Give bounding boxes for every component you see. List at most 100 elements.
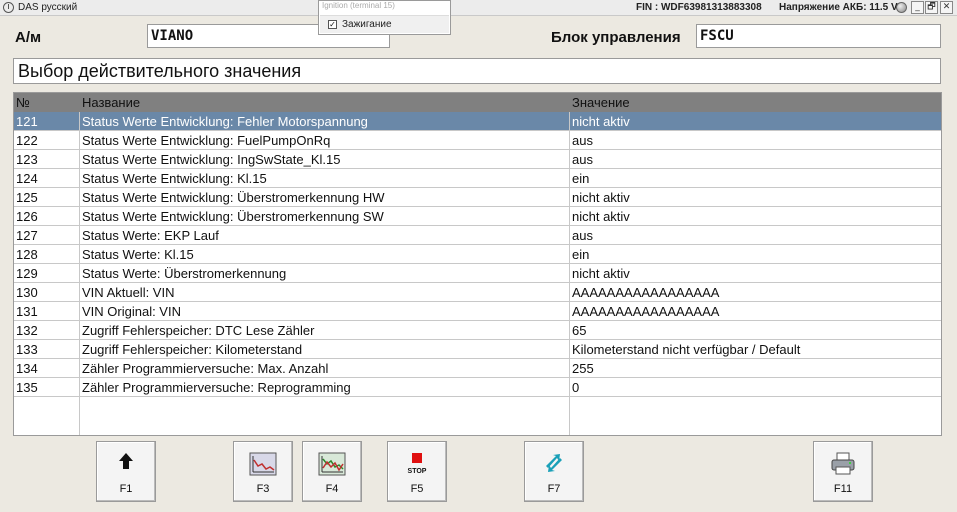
swap-arrows-icon (546, 454, 562, 472)
minimize-button[interactable]: _ (911, 1, 924, 14)
graph-icon (249, 452, 277, 476)
row-value: 0 (572, 380, 580, 395)
row-value: nicht aktiv (572, 266, 630, 281)
ignition-checkbox[interactable]: ✓ (328, 20, 337, 29)
row-value: nicht aktiv (572, 114, 630, 129)
row-value: AAAAAAAAAAAAAAAAA (572, 304, 720, 319)
row-value: 65 (572, 323, 587, 338)
row-value: aus (572, 152, 593, 167)
f7-label: F7 (547, 483, 561, 495)
row-number: 134 (16, 361, 38, 376)
f3-button[interactable]: F3 (233, 441, 293, 502)
table-row[interactable]: 133 Zugriff Fehlerspeicher: Kilometerstan… (14, 340, 941, 359)
row-number: 132 (16, 323, 38, 338)
row-name: Status Werte Entwicklung: Fehler Motorsp… (82, 114, 368, 129)
title-bar: DAS русский FIN : WDF63981313883308 Напр… (0, 0, 957, 16)
table-row[interactable]: 123 Status Werte Entwicklung: IngSwState_… (14, 150, 941, 169)
row-name: Zähler Programmierversuche: Reprogrammin… (82, 380, 351, 395)
row-value: ein (572, 247, 590, 262)
table-row[interactable]: 127 Status Werte: EKP Lauf aus (14, 226, 941, 245)
row-value: ein (572, 171, 590, 186)
unit-label: Блок управления (551, 29, 681, 46)
row-name: Status Werte Entwicklung: Überstromerken… (82, 190, 385, 205)
table-row[interactable]: 126 Status Werte Entwicklung: Überstromer… (14, 207, 941, 226)
row-number: 121 (16, 114, 38, 129)
row-name: Zähler Programmierversuche: Max. Anzahl (82, 361, 329, 376)
row-number: 128 (16, 247, 38, 262)
row-number: 131 (16, 304, 38, 319)
row-name: Status Werte Entwicklung: Überstromerken… (82, 209, 384, 224)
close-button[interactable]: ✕ (940, 1, 953, 14)
f5-label: F5 (410, 483, 424, 495)
f1-label: F1 (119, 483, 133, 495)
f7-button[interactable]: F7 (524, 441, 584, 502)
row-number: 125 (16, 190, 38, 205)
table-row[interactable]: 129 Status Werte: Überstromerkennung nicht… (14, 264, 941, 283)
column-divider (569, 112, 570, 435)
row-name: Status Werte: Überstromerkennung (82, 266, 287, 281)
row-number: 126 (16, 209, 38, 224)
table-row[interactable]: 125 Status Werte Entwicklung: Überstromer… (14, 188, 941, 207)
row-number: 133 (16, 342, 38, 357)
unit-field: FSCU (696, 24, 941, 48)
row-name: Status Werte: EKP Lauf (82, 228, 219, 243)
column-header-value: Значение (572, 95, 630, 110)
battery-voltage: Напряжение АКБ: 11.5 V (779, 2, 898, 13)
table-row[interactable]: 130 VIN Aktuell: VIN AAAAAAAAAAAAAAAAA (14, 283, 941, 302)
row-value: nicht aktiv (572, 209, 630, 224)
voltage-gauge-icon (896, 2, 907, 13)
table-header: № Название Значение (14, 93, 941, 112)
row-name: Status Werte Entwicklung: Kl.15 (82, 171, 267, 186)
row-number: 122 (16, 133, 38, 148)
f1-button[interactable]: F1 (96, 441, 156, 502)
values-table: № Название Значение 121 Status Werte Entw… (13, 92, 942, 436)
row-value: aus (572, 228, 593, 243)
row-value: nicht aktiv (572, 190, 630, 205)
row-number: 124 (16, 171, 38, 186)
row-value: 255 (572, 361, 594, 376)
table-row[interactable]: 131 VIN Original: VIN AAAAAAAAAAAAAAAAA (14, 302, 941, 321)
f4-label: F4 (325, 483, 339, 495)
row-number: 129 (16, 266, 38, 281)
table-row[interactable]: 128 Status Werte: Kl.15 ein (14, 245, 941, 264)
table-row[interactable]: 134 Zähler Programmierversuche: Max. Anza… (14, 359, 941, 378)
app-title: DAS русский (18, 2, 78, 13)
row-name: Status Werte Entwicklung: FuelPumpOnRq (82, 133, 331, 148)
row-name: Zugriff Fehlerspeicher: DTC Lese Zähler (82, 323, 315, 338)
table-row[interactable]: 121 Status Werte Entwicklung: Fehler Moto… (14, 112, 941, 131)
row-name: Status Werte Entwicklung: IngSwState_Kl.… (82, 152, 341, 167)
table-row[interactable]: 124 Status Werte Entwicklung: Kl.15 ein (14, 169, 941, 188)
stop-icon-text: STOP (408, 468, 427, 475)
f4-button[interactable]: F4 (302, 441, 362, 502)
ignition-option[interactable]: ✓ Зажигание (320, 15, 449, 33)
row-name: Status Werte: Kl.15 (82, 247, 194, 262)
f3-label: F3 (256, 483, 270, 495)
ignition-popup-header: Ignition (terminal 15) (322, 1, 395, 10)
row-name: VIN Aktuell: VIN (82, 285, 175, 300)
row-number: 135 (16, 380, 38, 395)
row-name: VIN Original: VIN (82, 304, 181, 319)
column-header-number: № (16, 95, 30, 110)
column-divider (79, 112, 80, 435)
mercedes-star-icon (3, 2, 14, 13)
table-row[interactable]: 122 Status Werte Entwicklung: FuelPumpOnR… (14, 131, 941, 150)
row-value: Kilometerstand nicht verfügbar / Default (572, 342, 801, 357)
column-header-name: Название (82, 95, 141, 110)
maximize-button[interactable]: 🗗 (925, 1, 938, 14)
table-row[interactable]: 132 Zugriff Fehlerspeicher: DTC Lese Zähl… (14, 321, 941, 340)
row-number: 130 (16, 285, 38, 300)
f11-button[interactable]: F11 (813, 441, 873, 502)
stop-icon: STOP (408, 453, 427, 475)
printer-icon (831, 452, 855, 475)
f11-label: F11 (833, 483, 853, 495)
page-title: Выбор действительного значения (13, 58, 941, 84)
row-name: Zugriff Fehlerspeicher: Kilometerstand (82, 342, 303, 357)
row-number: 123 (16, 152, 38, 167)
arrow-up-icon (119, 453, 133, 469)
row-value: AAAAAAAAAAAAAAAAA (572, 285, 720, 300)
row-number: 127 (16, 228, 38, 243)
row-value: aus (572, 133, 593, 148)
table-row[interactable]: 135 Zähler Programmierversuche: Reprogram… (14, 378, 941, 397)
f5-button[interactable]: STOP F5 (387, 441, 447, 502)
fin-display: FIN : WDF63981313883308 (636, 2, 762, 13)
